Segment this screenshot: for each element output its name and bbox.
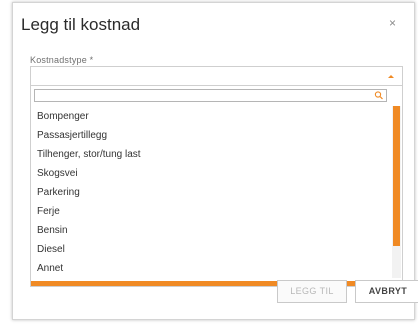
add-cost-dialog: Legg til kostnad × Kostnadstype * Bompen…: [12, 2, 418, 320]
chevron-up-icon: [388, 75, 394, 78]
options-list: Bompenger Passasjertillegg Tilhenger, stor…: [31, 107, 391, 278]
dropdown-scrollbar[interactable]: [392, 106, 401, 278]
cost-type-label: Kostnadstype *: [30, 55, 94, 65]
cancel-button[interactable]: AVBRYT: [355, 280, 418, 303]
scrollbar-thumb[interactable]: [393, 106, 400, 246]
dropdown-option[interactable]: Bensin: [31, 221, 391, 240]
dropdown-option[interactable]: Tilhenger, stor/tung last: [31, 145, 391, 164]
close-icon[interactable]: ×: [389, 16, 396, 30]
dropdown-option[interactable]: Annet: [31, 259, 391, 278]
dropdown-search-input[interactable]: [35, 90, 371, 101]
dropdown-option[interactable]: Bompenger: [31, 107, 391, 126]
dropdown-option[interactable]: Passasjertillegg: [31, 126, 391, 145]
dropdown-option[interactable]: Skogsvei: [31, 164, 391, 183]
cost-type-select[interactable]: [30, 66, 403, 86]
search-icon: [374, 91, 383, 100]
dropdown-option[interactable]: Ferje: [31, 202, 391, 221]
cost-type-dropdown: Bompenger Passasjertillegg Tilhenger, stor…: [30, 86, 403, 287]
dropdown-option[interactable]: Diesel: [31, 240, 391, 259]
dropdown-option[interactable]: Parkering: [31, 183, 391, 202]
add-button[interactable]: LEGG TIL: [277, 280, 347, 303]
dropdown-search-box: [34, 89, 387, 102]
dialog-title: Legg til kostnad: [21, 15, 141, 34]
